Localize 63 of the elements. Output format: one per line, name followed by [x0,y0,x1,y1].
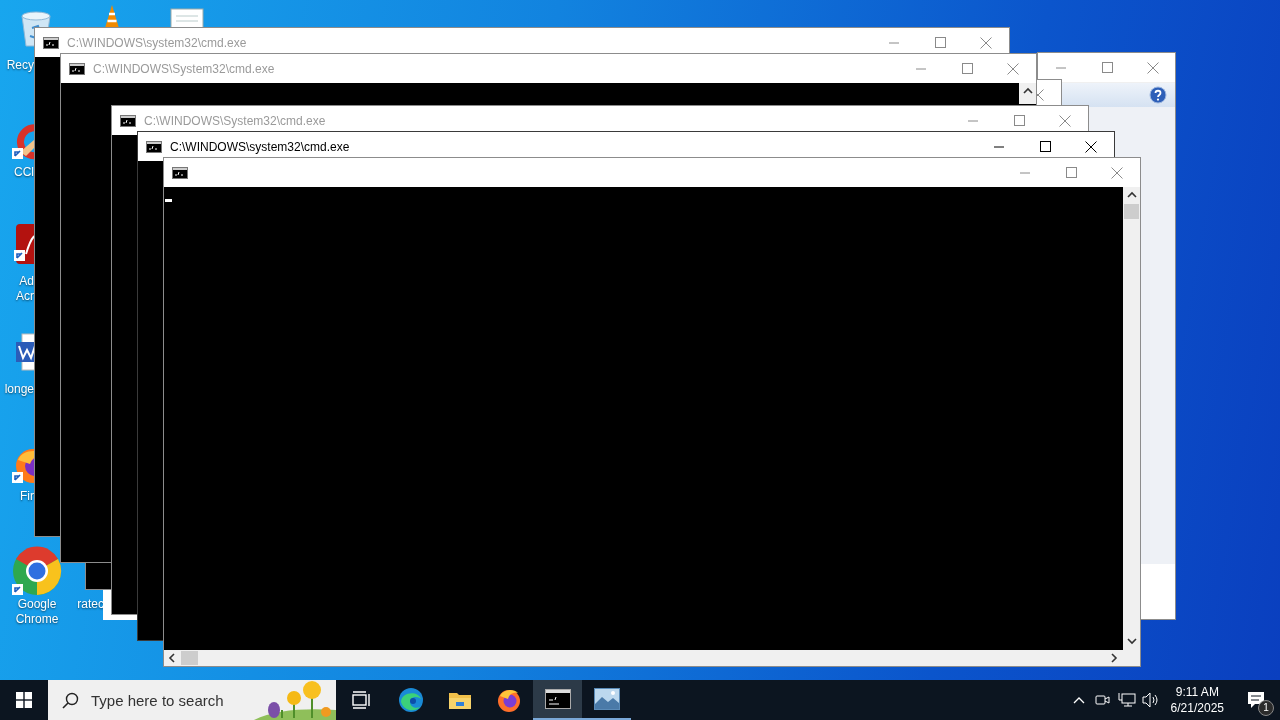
icon-label: Google Chrome [14,597,60,627]
terminal-icon [172,166,188,179]
icon-label: CCl [13,165,34,180]
terminal-icon [544,689,571,709]
icon-label: ratec [76,597,104,612]
minimize-icon [916,67,926,70]
icon-label: longe [3,382,34,397]
browser-icon [12,546,62,596]
notification-button[interactable]: 1 [1232,680,1280,720]
close-icon [1059,114,1071,127]
folder-icon [447,690,472,710]
terminal-icon [43,36,59,49]
close-icon [980,36,992,49]
close-icon [1085,140,1097,153]
window-title: C:\WINDOWS\System32\cmd.exe [144,113,326,128]
vertical-scrollbar[interactable] [1123,187,1140,650]
terminal-icon [120,114,136,127]
video-camera-icon [1094,693,1111,707]
chevron-icon [1072,696,1085,704]
search-field[interactable]: Type here to search [91,691,261,709]
maximize-icon [934,37,946,48]
minimize-icon [889,41,899,44]
document-app-icon [14,224,34,264]
terminal-icon [146,140,162,153]
minimize-icon [994,145,1004,148]
window-title: C:\WINDOWS\system32\cmd.exe [67,35,247,50]
windows-logo-icon [16,692,32,708]
icon-label: Fir [19,489,34,504]
browser-icon [495,687,522,713]
vertical-scrollbar[interactable] [1019,83,1036,104]
clock[interactable]: 9:11 AM 6/21/2025 [1162,684,1232,716]
help-icon[interactable] [1149,86,1167,104]
terminal-icon [69,62,85,75]
close-icon [1007,62,1019,75]
network-icon [1117,692,1136,708]
cleaner-icon [12,122,34,162]
scrollbar-thumb[interactable] [1124,204,1139,219]
maximize-icon [1065,167,1077,178]
maximize-icon [961,63,973,74]
search-icon [62,691,79,709]
minimize-icon [1056,66,1066,69]
window-title: C:\WINDOWS\system32\cmd.exe [170,139,350,154]
horizontal-scrollbar[interactable] [164,650,1123,666]
minimize-icon [968,119,978,122]
search-bar[interactable]: Type here to search [48,680,336,720]
icon-label: Ad Acr [15,274,34,304]
notification-badge: 1 [1258,700,1274,716]
clock-date: 6/21/2025 [1170,700,1224,716]
close-icon [1111,166,1123,179]
window-title: C:\WINDOWS\System32\cmd.exe [93,61,275,76]
task-view-icon [351,691,372,709]
minimize-icon [1020,171,1030,174]
maximize-icon [1013,115,1025,126]
maximize-icon [1101,62,1113,73]
scrollbar-thumb[interactable] [181,651,198,665]
taskbar-button[interactable] [533,680,582,720]
icon-label: Recy [5,58,34,73]
swirl-icon [397,687,424,713]
volume-icon [1141,692,1160,708]
landscape-icon [593,688,620,710]
close-icon [1147,61,1159,74]
clock-time: 9:11 AM [1175,684,1219,700]
maximize-icon [1039,141,1051,152]
